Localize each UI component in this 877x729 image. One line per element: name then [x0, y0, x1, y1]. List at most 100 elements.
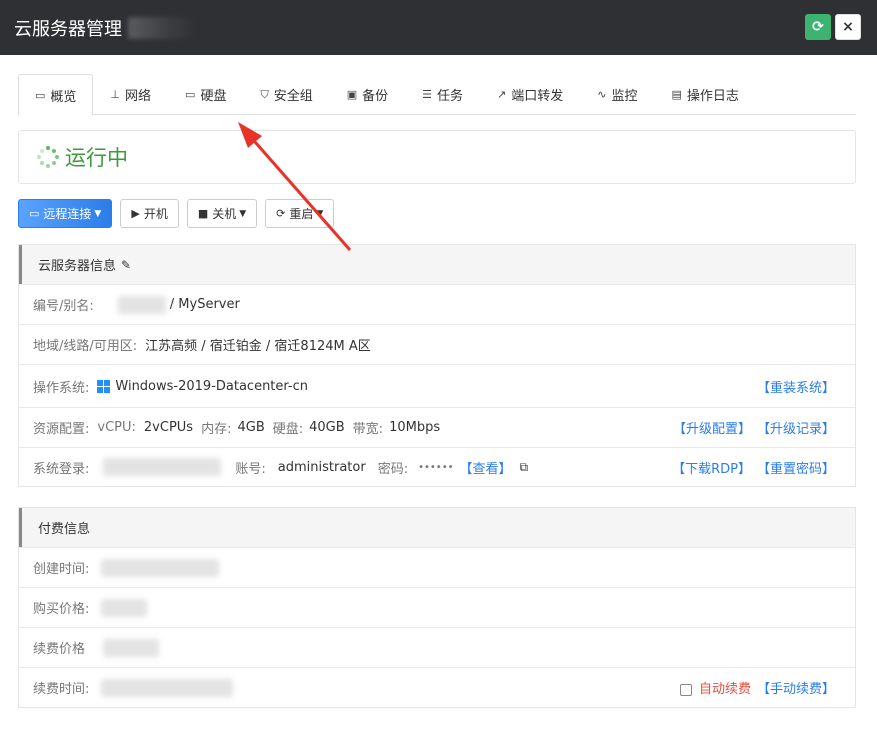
row-label: 创建时间: — [33, 562, 90, 577]
network-icon: ⊥ — [110, 88, 121, 101]
redacted-ip — [103, 458, 222, 476]
window-title: 云服务器管理 — [14, 18, 122, 40]
tab-monitor[interactable]: ∿ 监控 — [580, 74, 654, 114]
vcpu-label: vCPU: — [97, 420, 136, 435]
action-bar: ▭ 远程连接 ▼ ▶ 开机 ■ 关机 ▼ ⟳ 重启 ▼ — [18, 199, 856, 228]
close-button[interactable]: × — [835, 14, 861, 40]
disk-value: 40GB — [309, 420, 345, 435]
row-label: 操作系统: — [33, 380, 90, 396]
status-text: 运行中 — [65, 146, 128, 170]
auto-renew-checkbox[interactable] — [679, 683, 692, 696]
restart-button[interactable]: ⟳ 重启 ▼ — [265, 199, 335, 228]
power-on-button[interactable]: ▶ 开机 — [120, 199, 179, 228]
file-icon: ▤ — [671, 88, 682, 101]
caret-down-icon: ▼ — [316, 208, 324, 219]
spinner-icon — [37, 146, 59, 168]
upgrade-log-link[interactable]: 【升级记录】 — [757, 418, 835, 437]
tab-security-group[interactable]: ⛉ 安全组 — [243, 74, 329, 114]
button-label: 关机 — [212, 207, 237, 221]
row-label: 地域/线路/可用区: — [33, 339, 138, 354]
redacted-renew-price — [103, 638, 160, 657]
server-info-panel: 云服务器信息 ✎ 编号/别名: / MyServer 地域/线路/可用区: 江苏… — [18, 244, 856, 487]
vcpu-value: 2vCPUs — [143, 420, 194, 435]
tab-operation-log[interactable]: ▤ 操作日志 — [655, 74, 756, 114]
redacted-price — [101, 598, 148, 617]
billing-row-renew-time: 续费时间: 自动续费 【手动续费】 — [19, 667, 855, 707]
monitor-icon: ▭ — [29, 207, 40, 220]
password-mask: •••••• — [418, 461, 454, 473]
tab-label: 任务 — [437, 89, 464, 104]
region-value: 江苏高频 / 宿迁铂金 / 宿迁8124M A区 — [145, 339, 371, 354]
tasks-icon: ☰ — [422, 88, 433, 101]
disk-label: 硬盘: — [272, 422, 304, 437]
button-label: 开机 — [143, 207, 168, 221]
button-label: 远程连接 — [43, 207, 92, 221]
edit-icon[interactable]: ✎ — [121, 258, 131, 272]
row-label: 续费价格 — [33, 642, 86, 657]
button-label: 重启 — [289, 207, 314, 221]
manual-renew-link[interactable]: 【手动续费】 — [757, 678, 835, 697]
info-row-login: 系统登录: 账号: administrator 密码: •••••• 【查看】 … — [19, 447, 855, 486]
account-value: administrator — [277, 459, 366, 475]
refresh-icon: ⟳ — [812, 19, 824, 35]
panel-title: 付费信息 — [38, 522, 91, 537]
panel-title: 云服务器信息 — [38, 259, 117, 274]
password-label: 密码: — [377, 461, 409, 477]
shield-icon: ⛉ — [260, 87, 269, 101]
monitor-icon: ▭ — [35, 88, 46, 102]
windows-icon — [97, 379, 111, 393]
floppy-icon: ▣ — [346, 88, 358, 101]
redacted-created-time — [101, 558, 220, 577]
pulse-icon: ∿ — [597, 88, 607, 101]
status-box: 运行中 — [18, 130, 856, 184]
view-password-link[interactable]: 【查看】 — [459, 458, 511, 477]
hdd-icon: ▭ — [185, 88, 196, 101]
stop-icon: ■ — [197, 207, 209, 220]
refresh-button[interactable]: ⟳ — [805, 14, 831, 40]
refresh-icon: ⟳ — [276, 207, 286, 220]
billing-panel: 付费信息 创建时间: 购买价格: 续费价格 续费时间: 自动续费 【手动续费】 — [18, 507, 856, 708]
tab-disk[interactable]: ▭ 硬盘 — [168, 74, 243, 114]
alias-value: / MyServer — [169, 297, 240, 312]
info-row-id: 编号/别名: / MyServer — [19, 284, 855, 324]
tab-port-forward[interactable]: ↗ 端口转发 — [480, 74, 580, 114]
tab-label: 概览 — [50, 89, 77, 105]
remote-connect-button[interactable]: ▭ 远程连接 ▼ — [18, 199, 113, 228]
bandwidth-label: 带宽: — [352, 422, 384, 437]
reinstall-link[interactable]: 【重装系统】 — [757, 377, 835, 396]
info-row-resources: 资源配置: vCPU: 2vCPUs 内存: 4GB 硬盘: 40GB 带宽: … — [19, 407, 855, 447]
redacted-id — [117, 295, 166, 314]
tab-label: 硬盘 — [200, 89, 227, 104]
close-icon: × — [842, 19, 854, 35]
panel-header: 付费信息 — [19, 508, 855, 547]
row-label: 购买价格: — [33, 602, 90, 617]
row-label: 系统登录: — [33, 461, 90, 477]
auto-renew-label: 自动续费 — [698, 682, 751, 697]
play-icon: ▶ — [131, 207, 140, 220]
redacted-renew-time — [101, 678, 234, 697]
row-label: 续费时间: — [33, 682, 90, 697]
tab-label: 备份 — [362, 89, 389, 104]
reset-password-link[interactable]: 【重置密码】 — [757, 458, 835, 477]
memory-value: 4GB — [237, 420, 265, 435]
copy-icon[interactable]: ⧉ — [520, 460, 529, 475]
info-row-region: 地域/线路/可用区: 江苏高频 / 宿迁铂金 / 宿迁8124M A区 — [19, 324, 855, 364]
tab-overview[interactable]: ▭ 概览 — [18, 74, 94, 115]
tab-tasks[interactable]: ☰ 任务 — [405, 74, 480, 114]
memory-label: 内存: — [201, 422, 232, 437]
info-row-os: 操作系统: Windows-2019-Datacenter-cn 【重装系统】 — [19, 364, 855, 407]
caret-down-icon: ▼ — [94, 208, 102, 219]
account-label: 账号: — [235, 461, 266, 477]
caret-down-icon: ▼ — [239, 208, 247, 219]
download-rdp-link[interactable]: 【下载RDP】 — [672, 458, 751, 477]
row-label: 资源配置: — [33, 422, 90, 437]
shutdown-button[interactable]: ■ 关机 ▼ — [186, 199, 258, 228]
tab-backup[interactable]: ▣ 备份 — [330, 74, 405, 114]
upgrade-link[interactable]: 【升级配置】 — [673, 418, 751, 437]
external-link-icon: ↗ — [497, 88, 507, 101]
tab-network[interactable]: ⊥ 网络 — [93, 74, 168, 114]
auto-renew-toggle[interactable]: 自动续费 — [679, 678, 751, 697]
tab-bar: ▭ 概览 ⊥ 网络 ▭ 硬盘 ⛉ 安全组 ▣ 备份 ☰ 任务 ↗ 端口转发 ∿ — [18, 74, 856, 115]
bandwidth-value: 10Mbps — [389, 420, 441, 435]
panel-header: 云服务器信息 ✎ — [19, 245, 855, 284]
